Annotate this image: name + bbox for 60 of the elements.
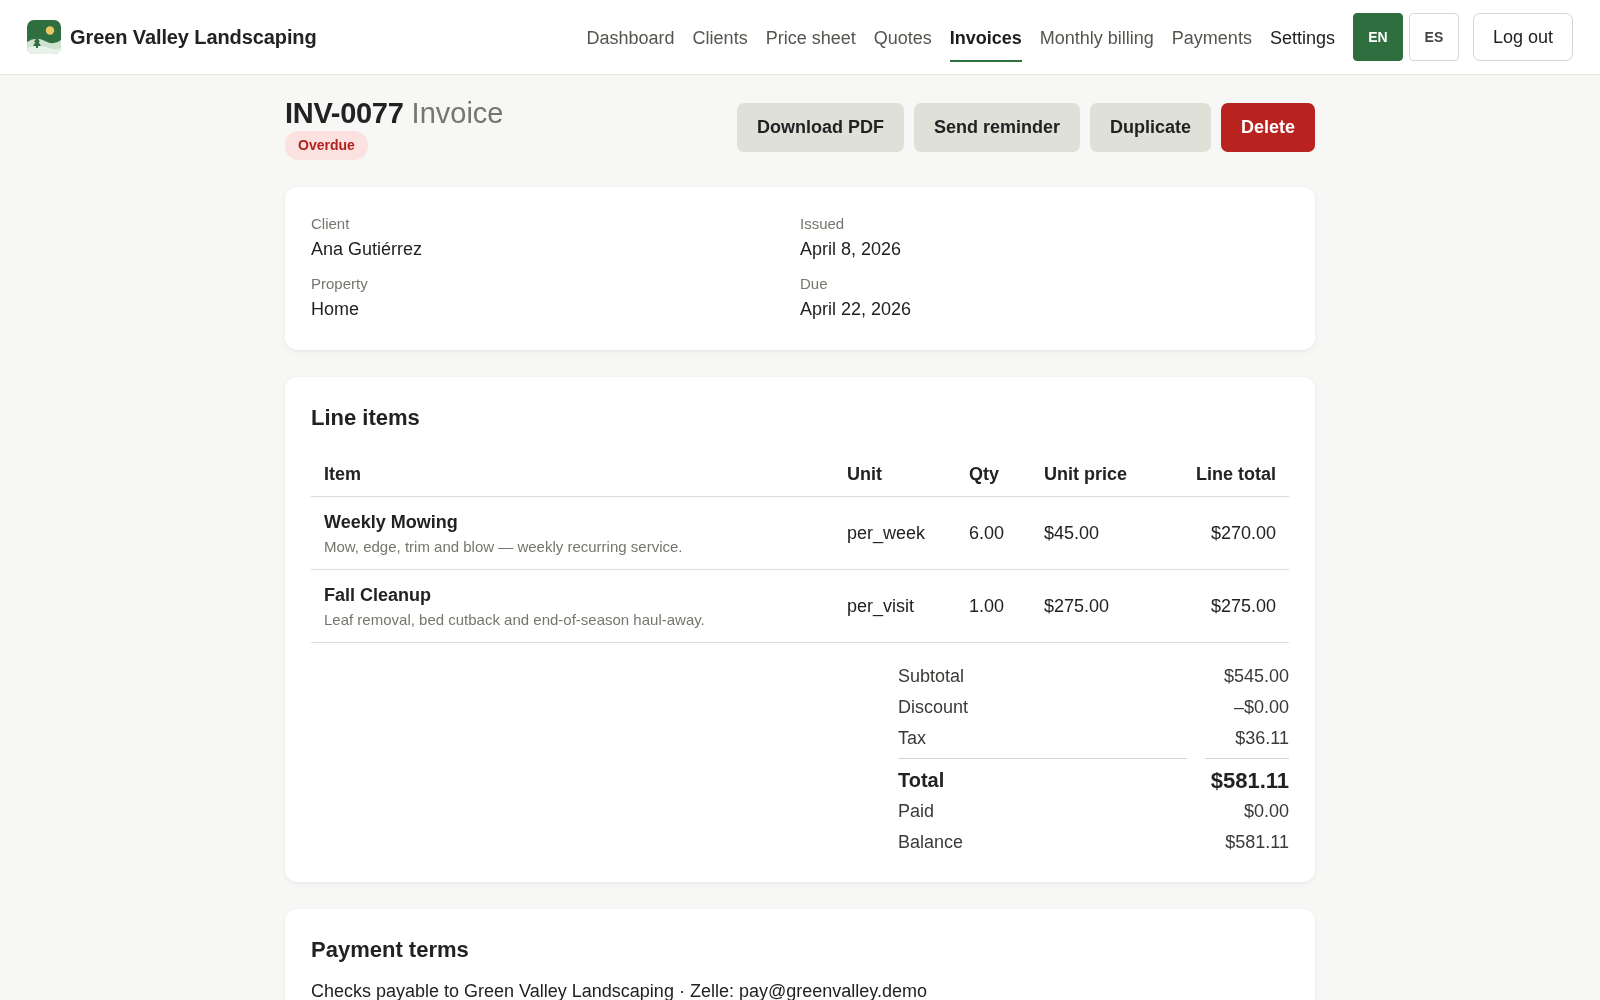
item-name: Fall Cleanup <box>324 584 432 607</box>
logout-button[interactable]: Log out <box>1472 13 1573 61</box>
table-cell: 1.00 <box>969 596 1005 616</box>
detail-value: April 8, 2026 <box>800 238 902 261</box>
table-cell: per_week <box>847 523 926 543</box>
detail-label: Client <box>311 214 350 234</box>
action-button[interactable]: Send reminder <box>913 103 1080 152</box>
totals-label: Subtotal <box>898 665 966 688</box>
payment-terms-text: Checks payable to Green Valley Landscaping · Zelle: pay@greenvalley.demo <box>311 980 928 1000</box>
nav-link[interactable]: Settings <box>1269 15 1335 62</box>
brand-name: Green Valley Landscaping <box>70 25 317 49</box>
section-heading: Payment terms <box>311 936 470 964</box>
nav-link[interactable]: Monthly billing <box>1039 15 1154 62</box>
invoice-number: INV-0077 <box>285 97 404 129</box>
totals-label: Tax <box>898 727 927 750</box>
totals-label: Total <box>898 758 1187 796</box>
table-cell: per_visit <box>847 596 915 616</box>
column-header: Line total <box>1196 464 1276 484</box>
detail-label: Property <box>311 274 368 294</box>
table-cell: $45.00 <box>1044 523 1100 543</box>
action-button[interactable]: Duplicate <box>1089 103 1211 152</box>
nav-link[interactable]: Quotes <box>873 15 932 62</box>
item-description: Leaf removal, bed cutback and end-of-season haul-away. <box>324 610 706 630</box>
totals-label: Discount <box>898 696 970 719</box>
detail-value: Home <box>311 298 359 321</box>
column-header: Item <box>324 464 361 484</box>
detail-label: Issued <box>800 214 845 234</box>
totals-value: $581.11 <box>1224 831 1289 854</box>
language-button[interactable]: ES <box>1408 13 1459 61</box>
brand-logo-icon <box>27 20 61 54</box>
status-badge: Overdue <box>285 131 368 160</box>
delete-button[interactable]: Delete <box>1220 103 1315 152</box>
totals-value: –$0.00 <box>1232 696 1289 719</box>
totals-label: Paid <box>898 800 936 823</box>
nav-link[interactable]: Payments <box>1171 15 1252 62</box>
column-header: Qty <box>969 464 999 484</box>
nav-link[interactable]: Invoices <box>949 15 1022 62</box>
action-button[interactable]: Download PDF <box>736 103 904 152</box>
item-name: Weekly Mowing <box>324 511 459 534</box>
nav-link[interactable]: Clients <box>692 15 748 62</box>
language-button[interactable]: EN <box>1352 13 1403 61</box>
section-heading: Line items <box>311 404 421 432</box>
nav-link[interactable]: Dashboard <box>586 15 675 62</box>
detail-value: April 22, 2026 <box>800 298 912 321</box>
totals-value: $36.11 <box>1234 727 1289 750</box>
column-header: Unit <box>847 464 882 484</box>
detail-value: Ana Gutiérrez <box>311 238 423 261</box>
table-cell: $275.00 <box>1044 596 1110 616</box>
totals-value: $581.11 <box>1205 758 1289 796</box>
nav-link[interactable]: Price sheet <box>765 15 856 62</box>
totals-value: $0.00 <box>1242 800 1289 823</box>
table-cell: 6.00 <box>969 523 1005 543</box>
table-cell: $275.00 <box>1210 596 1276 616</box>
table-cell: $270.00 <box>1210 523 1276 543</box>
column-header: Unit price <box>1044 464 1127 484</box>
detail-label: Due <box>800 274 828 294</box>
totals-value: $545.00 <box>1222 665 1289 688</box>
invoice-title: Invoice <box>411 97 504 129</box>
item-description: Mow, edge, trim and blow — weekly recurring service. <box>324 537 684 557</box>
totals-label: Balance <box>898 831 965 854</box>
